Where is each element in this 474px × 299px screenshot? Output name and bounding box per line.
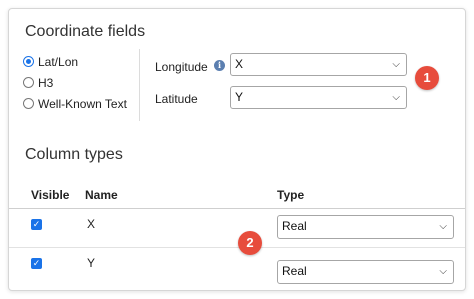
chevron-down-icon: ⌵ bbox=[392, 59, 400, 70]
radio-label-wkt: Well-Known Text bbox=[38, 96, 127, 111]
longitude-select[interactable]: X ⌵ bbox=[230, 53, 407, 76]
chevron-down-icon: ⌵ bbox=[439, 221, 447, 232]
radio-button-wkt[interactable] bbox=[23, 98, 34, 109]
settings-panel: Coordinate fields Lat/Lon H3 Well-Known … bbox=[8, 8, 466, 291]
radio-button-h3[interactable] bbox=[23, 77, 34, 88]
longitude-select-value: X bbox=[235, 57, 244, 71]
coordinate-type-radio-group: Lat/Lon H3 Well-Known Text bbox=[23, 51, 127, 114]
header-type: Type bbox=[277, 188, 305, 202]
table-row: ✓ X Real ⌵ bbox=[9, 210, 465, 248]
radio-option-latlon[interactable]: Lat/Lon bbox=[23, 51, 127, 72]
column-name: X bbox=[87, 217, 96, 231]
chevron-down-icon: ⌵ bbox=[392, 92, 400, 103]
latitude-select-value: Y bbox=[235, 90, 244, 104]
type-select[interactable]: Real ⌵ bbox=[277, 215, 454, 239]
chevron-down-icon: ⌵ bbox=[439, 266, 447, 277]
type-select-value: Real bbox=[282, 264, 307, 278]
radio-label-latlon: Lat/Lon bbox=[38, 54, 79, 69]
type-select-value: Real bbox=[282, 219, 307, 233]
column-types-table-header: Visible Name Type bbox=[9, 181, 465, 209]
coordinate-fields-title: Coordinate fields bbox=[25, 23, 146, 40]
table-row: ✓ Y Real ⌵ bbox=[9, 249, 465, 287]
vertical-divider bbox=[139, 49, 140, 121]
column-types-title: Column types bbox=[25, 146, 123, 163]
visible-checkbox[interactable]: ✓ bbox=[31, 219, 42, 230]
latitude-select[interactable]: Y ⌵ bbox=[230, 86, 407, 109]
callout-badge-1: 1 bbox=[415, 66, 439, 90]
header-name: Name bbox=[85, 188, 118, 202]
radio-option-h3[interactable]: H3 bbox=[23, 72, 127, 93]
visible-checkbox[interactable]: ✓ bbox=[31, 258, 42, 269]
callout-badge-2: 2 bbox=[238, 231, 262, 255]
radio-label-h3: H3 bbox=[38, 75, 54, 90]
header-visible: Visible bbox=[31, 188, 70, 202]
radio-option-wkt[interactable]: Well-Known Text bbox=[23, 93, 127, 114]
info-icon[interactable]: i bbox=[214, 60, 225, 71]
longitude-label: Longitude bbox=[155, 60, 208, 74]
radio-button-latlon[interactable] bbox=[23, 56, 34, 67]
type-select[interactable]: Real ⌵ bbox=[277, 260, 454, 284]
latitude-label: Latitude bbox=[155, 92, 198, 106]
column-name: Y bbox=[87, 256, 96, 270]
